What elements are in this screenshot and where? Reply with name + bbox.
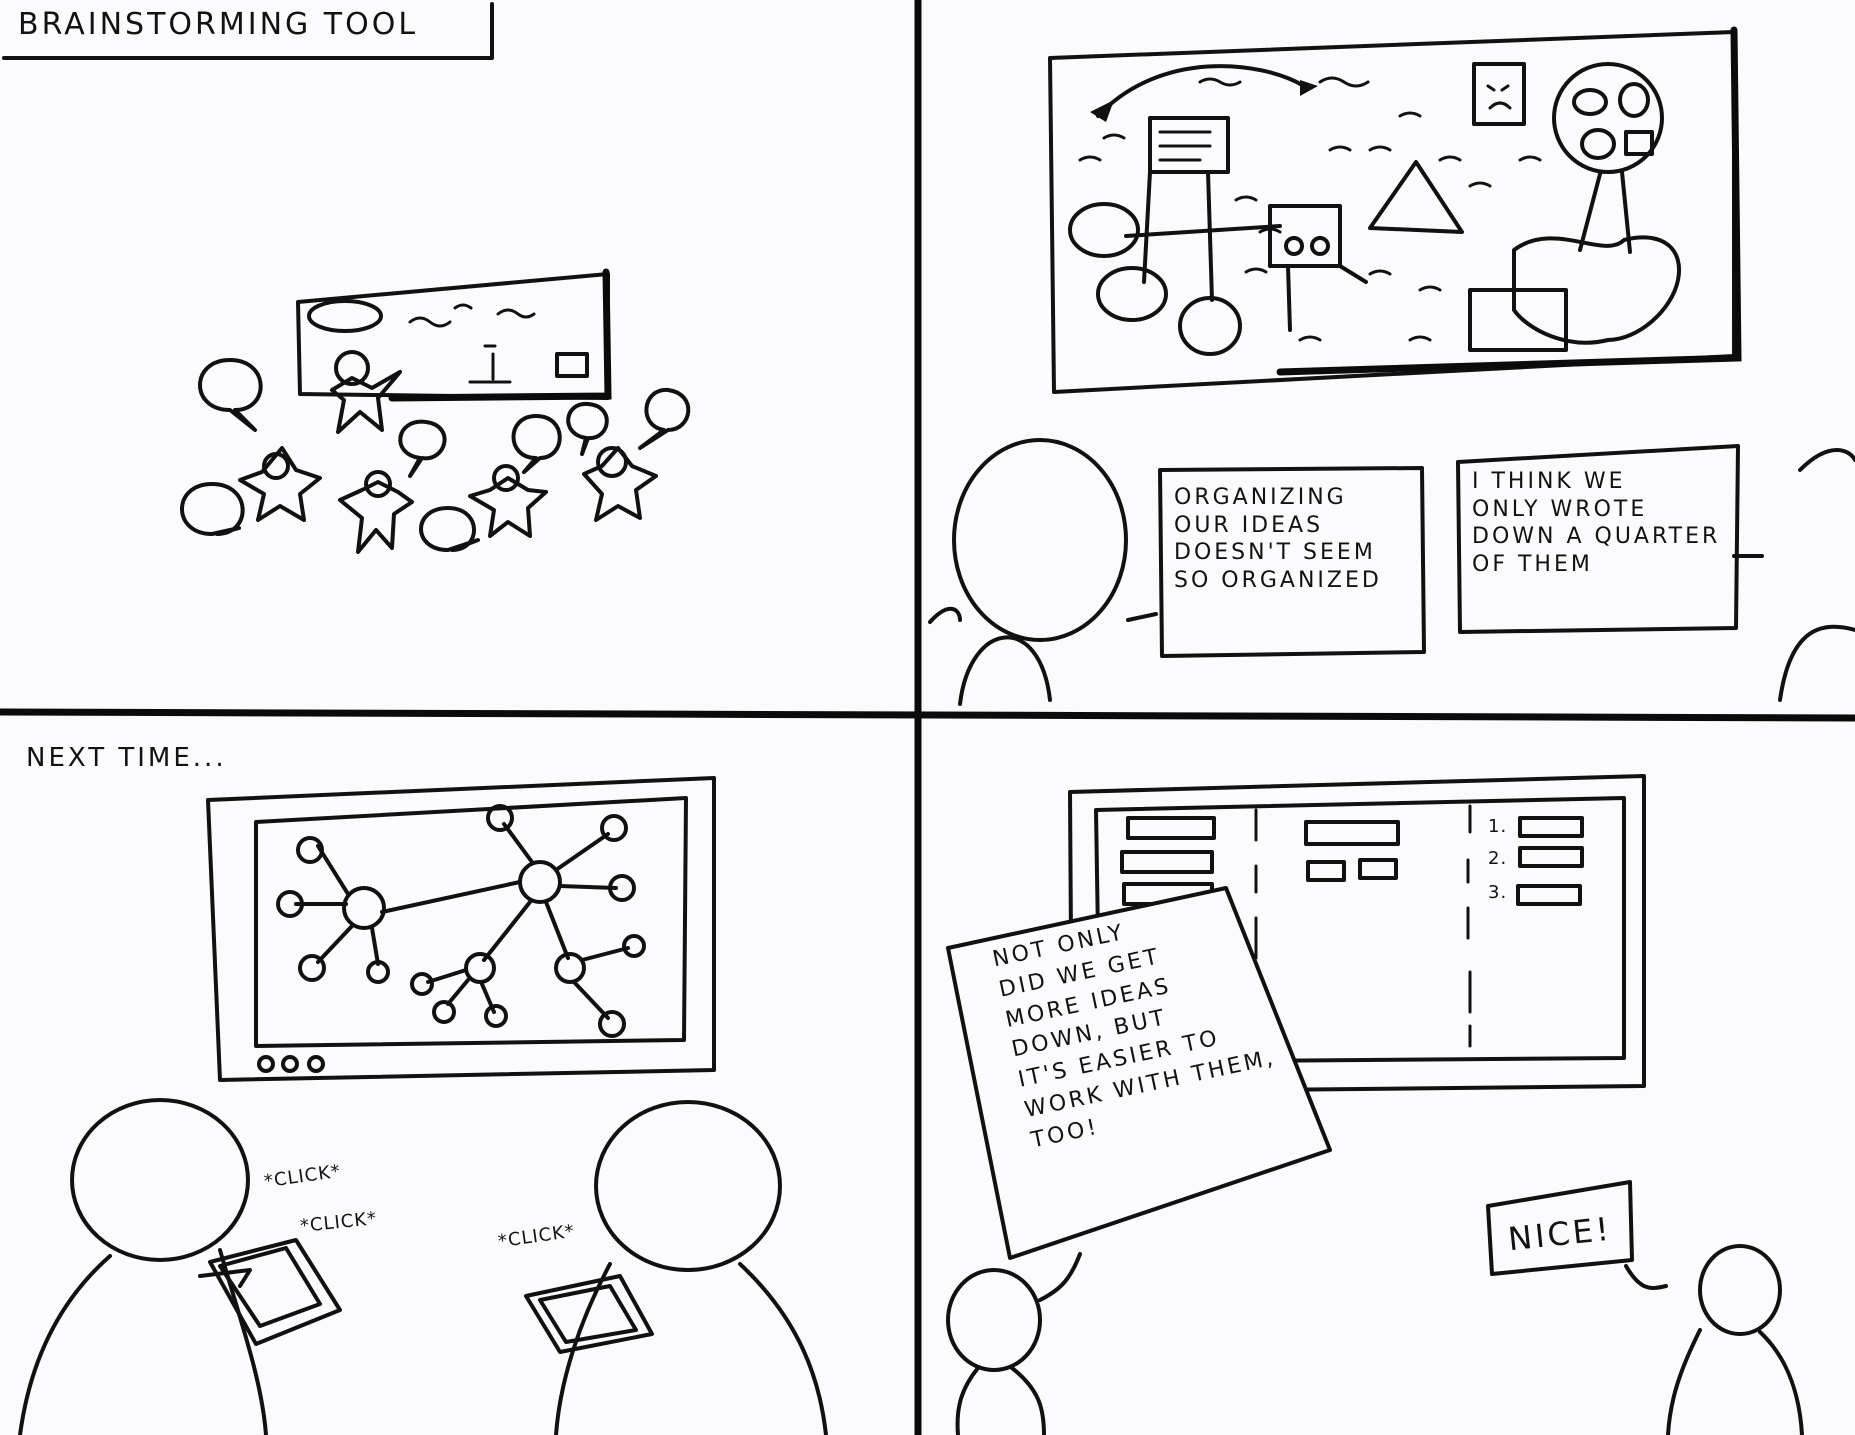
panel3-caption: NEXT TIME... (26, 743, 227, 773)
page-title: BRAINSTORMING TOOL (18, 7, 419, 42)
speech-line: I THINK WE (1472, 469, 1626, 494)
list-number: 2. (1488, 848, 1508, 869)
speech-line: DOESN'T SEEM (1174, 540, 1376, 565)
speech-line: OUR IDEAS (1174, 512, 1324, 538)
speech-line: OF THEM (1472, 551, 1593, 577)
speech-line: ONLY WROTE (1472, 496, 1648, 522)
speech-text-right: I THINK WE ONLY WROTE DOWN A QUARTER OF … (1472, 468, 1720, 578)
storyboard-sheet: BRAINSTORMING TOOL ORGANIZING OUR IDEAS … (0, 0, 1855, 1435)
list-numbers: 1. 2. 3. (1488, 816, 1507, 905)
list-number: 1. (1488, 816, 1508, 837)
speech-line: ORGANIZING (1174, 485, 1347, 510)
speech-line: DOWN A QUARTER (1472, 524, 1721, 549)
speech-text-left: ORGANIZING OUR IDEAS DOESN'T SEEM SO ORG… (1174, 484, 1382, 594)
list-number: 3. (1488, 882, 1508, 903)
speech-line: SO ORGANIZED (1174, 567, 1382, 593)
